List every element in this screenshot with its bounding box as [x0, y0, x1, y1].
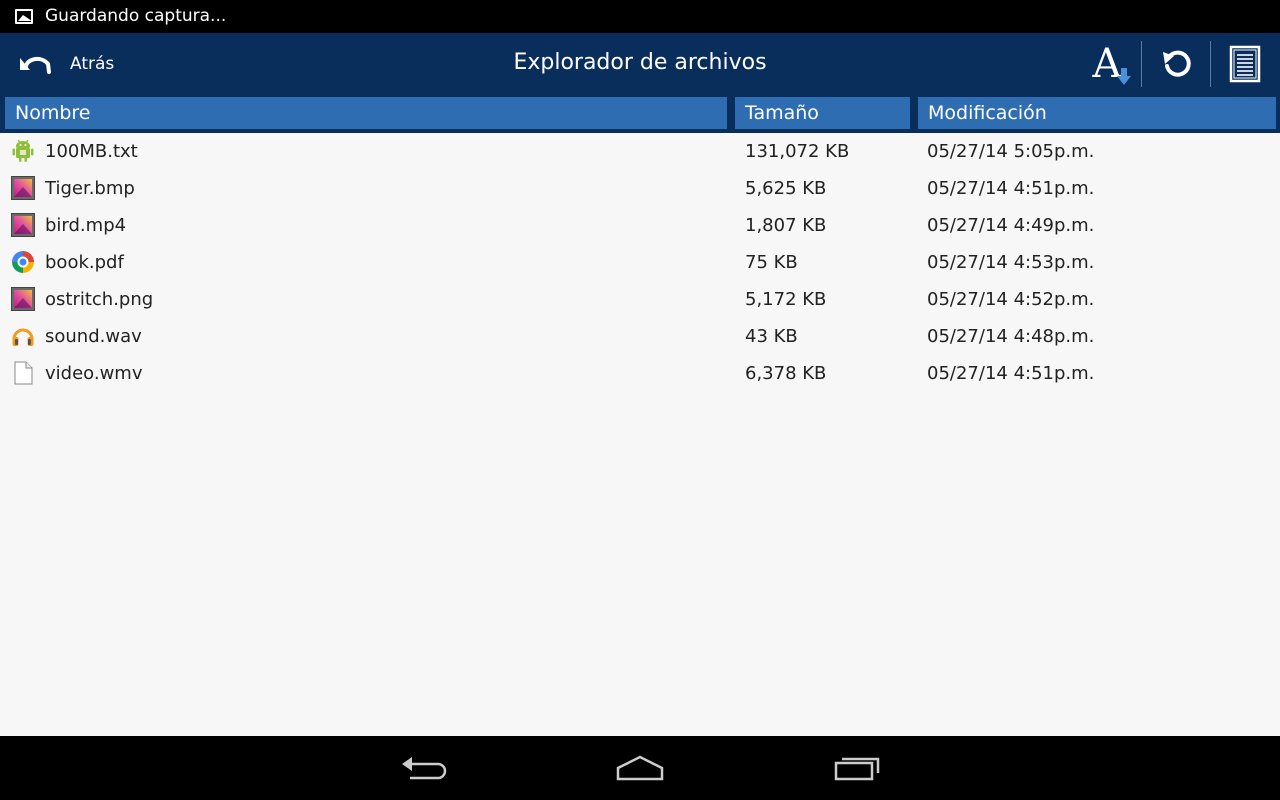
file-name: book.pdf [45, 252, 124, 273]
file-name: video.wmv [45, 363, 143, 384]
blank-file-icon [14, 361, 33, 385]
list-view-icon [1229, 45, 1261, 83]
file-list-area: Nombre Tamaño Modificación 100MB.txt 131… [0, 95, 1280, 736]
image-icon [15, 9, 33, 24]
file-size: 5,172 KB [745, 289, 827, 310]
nav-recent-apps-button[interactable] [822, 748, 892, 788]
image-file-icon [11, 213, 35, 237]
image-file-icon [11, 287, 35, 311]
column-header-modified[interactable]: Modificación [918, 97, 1276, 129]
file-row[interactable]: 100MB.txt 131,072 KB 05/27/14 5:05p.m. [0, 133, 1280, 170]
recent-apps-icon [834, 757, 880, 781]
back-label: Atrás [70, 54, 115, 74]
pdf-viewer-icon [12, 251, 34, 273]
file-row[interactable]: Tiger.bmp 5,625 KB 05/27/14 4:51p.m. [0, 170, 1280, 207]
status-text: Guardando captura... [45, 6, 227, 26]
file-row[interactable]: bird.mp4 1,807 KB 05/27/14 4:49p.m. [0, 207, 1280, 244]
undo-arrow-icon [20, 57, 51, 74]
file-row[interactable]: book.pdf 75 KB 05/27/14 4:53p.m. [0, 244, 1280, 281]
headphones-icon [12, 328, 34, 346]
file-row[interactable]: video.wmv 6,378 KB 05/27/14 4:51p.m. [0, 355, 1280, 392]
list-view-button[interactable] [1220, 39, 1270, 89]
file-row[interactable]: ostritch.png 5,172 KB 05/27/14 4:52p.m. [0, 281, 1280, 318]
file-list: 100MB.txt 131,072 KB 05/27/14 5:05p.m. T… [0, 133, 1280, 392]
toolbar-divider [1210, 41, 1211, 87]
file-modified: 05/27/14 4:51p.m. [927, 363, 1095, 384]
file-modified: 05/27/14 5:05p.m. [927, 141, 1095, 162]
column-header-name[interactable]: Nombre [5, 97, 727, 129]
file-name: bird.mp4 [45, 215, 127, 236]
font-size-icon: A [1093, 44, 1132, 85]
file-size: 131,072 KB [745, 141, 850, 162]
file-size: 75 KB [745, 252, 798, 273]
file-name: sound.wav [45, 326, 142, 347]
file-modified: 05/27/14 4:52p.m. [927, 289, 1095, 310]
file-size: 1,807 KB [745, 215, 827, 236]
refresh-icon [1163, 50, 1191, 77]
font-size-button[interactable]: A [1082, 39, 1132, 89]
file-name: ostritch.png [45, 289, 154, 310]
back-nav-icon [402, 757, 447, 780]
file-modified: 05/27/14 4:51p.m. [927, 178, 1095, 199]
refresh-button[interactable] [1152, 39, 1202, 89]
nav-back-button[interactable] [389, 748, 459, 788]
file-row[interactable]: sound.wav 43 KB 05/27/14 4:48p.m. [0, 318, 1280, 355]
file-size: 5,625 KB [745, 178, 827, 199]
toolbar-divider [1141, 41, 1142, 87]
action-bar: Atrás Explorador de archivos A [0, 33, 1280, 95]
status-bar: Guardando captura... [0, 0, 1280, 33]
android-icon [12, 139, 34, 162]
system-nav-bar [0, 736, 1280, 800]
column-header-size[interactable]: Tamaño [735, 97, 910, 129]
file-modified: 05/27/14 4:53p.m. [927, 252, 1095, 273]
file-name: 100MB.txt [45, 141, 138, 162]
nav-home-button[interactable] [605, 748, 675, 788]
image-file-icon [11, 176, 35, 200]
file-modified: 05/27/14 4:49p.m. [927, 215, 1095, 236]
back-button[interactable]: Atrás [8, 39, 128, 89]
home-icon [616, 755, 664, 781]
column-header-row: Nombre Tamaño Modificación [0, 95, 1280, 133]
file-name: Tiger.bmp [45, 178, 135, 199]
file-size: 6,378 KB [745, 363, 827, 384]
file-modified: 05/27/14 4:48p.m. [927, 326, 1095, 347]
file-size: 43 KB [745, 326, 798, 347]
